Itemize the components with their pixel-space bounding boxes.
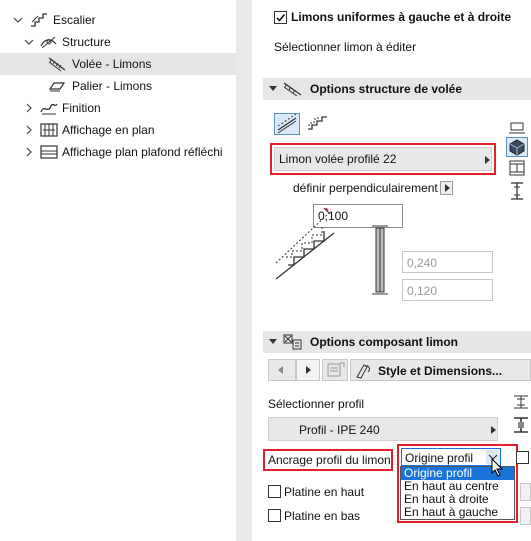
stringer-profile-diagram — [274, 205, 366, 288]
straight-stringer-icon — [277, 114, 297, 134]
column-view-icon[interactable] — [508, 181, 526, 204]
chevron-right-icon[interactable] — [24, 147, 34, 157]
3d-view-button[interactable] — [506, 137, 528, 157]
flight-structure-icon — [283, 81, 303, 100]
profile-selector-label: Limon volée profilé 22 — [279, 152, 397, 166]
chevron-down-icon[interactable] — [24, 37, 34, 47]
tree-item-label: Finition — [62, 101, 101, 115]
tree-item-structure[interactable]: Structure — [0, 31, 236, 53]
perpendicular-toggle-button[interactable] — [440, 181, 453, 195]
navigation-tree: Escalier Structure Volée - Limons Palier… — [0, 0, 236, 541]
select-profile-label: Sélectionner profil — [268, 397, 365, 411]
tree-item-label: Affichage en plan — [62, 123, 155, 137]
bottom-plate-checkbox[interactable] — [268, 509, 281, 522]
chevron-right-icon[interactable] — [24, 125, 34, 135]
dimension-b-input[interactable]: 0,120 — [402, 279, 493, 301]
profile-select-button[interactable]: Profil - IPE 240 — [268, 417, 498, 441]
top-plate-field[interactable] — [520, 483, 531, 501]
stepped-stringer-icon — [308, 116, 327, 130]
checkmark-icon — [276, 13, 286, 22]
component-list-button[interactable] — [322, 359, 348, 381]
perpendicular-label: définir perpendiculairement — [293, 181, 438, 195]
floor-view-icon[interactable] — [508, 121, 526, 138]
cube-icon — [509, 139, 525, 156]
section-title: Options composant limon — [310, 335, 459, 349]
section-title: Options structure de volée — [310, 82, 463, 96]
style-dimensions-button[interactable]: Style et Dimensions... — [350, 359, 531, 381]
mouse-cursor-icon — [491, 457, 505, 481]
section-view-icon[interactable] — [508, 160, 526, 179]
chevron-right-icon[interactable] — [24, 103, 34, 113]
anchor-select[interactable]: Origine profil — [401, 448, 501, 466]
arrow-left-icon — [278, 366, 283, 374]
tree-item-label: Structure — [62, 35, 111, 49]
arrow-right-icon — [445, 184, 450, 192]
next-button[interactable] — [296, 359, 320, 381]
profile-selector-button[interactable]: Limon volée profilé 22 — [274, 147, 492, 171]
i-beam-icon[interactable] — [512, 416, 530, 437]
dimension-icon[interactable] — [512, 394, 530, 413]
arrow-right-icon — [485, 156, 490, 164]
tree-item-label: Escalier — [53, 13, 96, 27]
select-stringer-label: Sélectionner limon à éditer — [274, 40, 417, 54]
stair-icon — [30, 12, 48, 28]
tree-item-volee-limons[interactable]: Volée - Limons — [0, 53, 236, 75]
section-header-stringer-component[interactable]: Options composant limon — [263, 331, 531, 353]
tree-item-label: Affichage plan plafond réfléchi — [62, 145, 223, 159]
finish-icon — [40, 100, 58, 116]
flight-stringer-icon — [48, 56, 66, 72]
component-options-icon — [283, 334, 303, 353]
arrow-right-icon — [491, 426, 496, 434]
tree-item-palier-limons[interactable]: Palier - Limons — [0, 75, 236, 97]
style-dimensions-icon — [356, 364, 370, 379]
tree-item-escalier[interactable]: Escalier — [0, 9, 236, 31]
style-dimensions-label: Style et Dimensions... — [378, 364, 503, 378]
chevron-down-icon[interactable] — [13, 15, 23, 25]
stringer-type-stepped-button[interactable] — [305, 113, 331, 135]
collapse-triangle-icon[interactable] — [269, 339, 277, 344]
tree-item-finition[interactable]: Finition — [0, 97, 236, 119]
floorplan-icon — [40, 122, 58, 138]
anchor-label: Ancrage profil du limon — [268, 453, 391, 467]
uniform-stringers-checkbox[interactable] — [274, 11, 287, 24]
previous-button[interactable] — [268, 359, 296, 381]
anchor-option[interactable]: En haut à gauche — [401, 506, 514, 519]
top-plate-label: Platine en haut — [284, 485, 365, 499]
ceiling-plan-icon — [40, 144, 58, 160]
bottom-plate-label: Platine en bas — [284, 509, 361, 523]
section-header-flight-structure[interactable]: Options structure de volée — [263, 78, 531, 100]
landing-stringer-icon — [48, 78, 66, 94]
tree-item-label: Palier - Limons — [72, 79, 153, 93]
uniform-stringers-label: Limons uniformes à gauche et à droite — [291, 10, 512, 24]
top-plate-checkbox[interactable] — [268, 485, 281, 498]
tree-item-affichage-plafond[interactable]: Affichage plan plafond réfléchi — [0, 141, 236, 163]
tree-item-label: Volée - Limons — [72, 57, 152, 71]
tree-item-affichage-plan[interactable]: Affichage en plan — [0, 119, 236, 141]
panel-divider[interactable] — [236, 0, 252, 541]
list-icon — [327, 362, 345, 377]
structure-icon — [40, 34, 58, 50]
stringer-type-straight-button[interactable] — [274, 113, 300, 135]
arrow-right-icon — [306, 366, 311, 374]
bottom-plate-field[interactable] — [520, 507, 531, 525]
profile-value: Profil - IPE 240 — [299, 423, 380, 437]
dimension-a-input[interactable]: 0,240 — [402, 251, 493, 273]
stringer-section-diagram — [368, 222, 392, 301]
collapse-triangle-icon[interactable] — [269, 86, 277, 91]
anchor-selected-value: Origine profil — [405, 451, 474, 465]
anchor-side-checkbox[interactable] — [516, 451, 529, 464]
